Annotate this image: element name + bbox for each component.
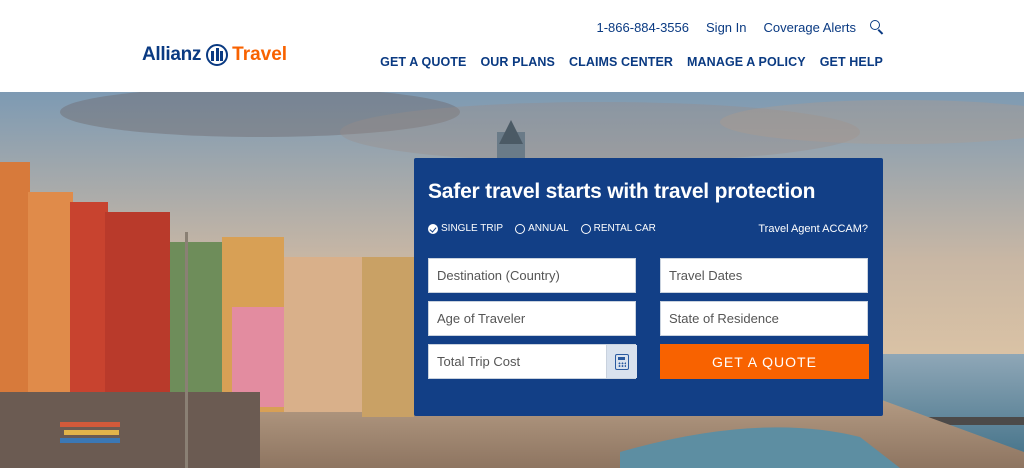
nav-get-help[interactable]: GET HELP [820, 55, 883, 69]
nav-manage-a-policy[interactable]: MANAGE A POLICY [687, 55, 806, 69]
hero-image: Safer travel starts with travel protecti… [0, 92, 1024, 468]
sign-in-link[interactable]: Sign In [706, 20, 746, 35]
phone-link[interactable]: 1-866-884-3556 [596, 20, 689, 35]
calculator-icon [615, 353, 629, 370]
destination-input[interactable] [428, 258, 636, 293]
trip-type-annual[interactable]: ANNUAL [515, 223, 569, 234]
logo-brand: Allianz [142, 44, 202, 65]
radio-icon[interactable] [515, 223, 526, 234]
allianz-travel-logo[interactable]: Allianz Travel [142, 42, 287, 68]
utility-nav: 1-866-884-3556 Sign In Coverage Alerts [579, 18, 884, 36]
coverage-alerts-link[interactable]: Coverage Alerts [764, 20, 857, 35]
travel-agent-link[interactable]: Travel Agent ACCAM? [758, 223, 868, 235]
trip-type-options: SINGLE TRIP ANNUAL RENTAL CAR [428, 223, 656, 234]
get-a-quote-button[interactable]: GET A QUOTE [660, 344, 869, 379]
nav-our-plans[interactable]: OUR PLANS [480, 55, 555, 69]
quote-form-panel: Safer travel starts with travel protecti… [414, 158, 883, 416]
radio-icon[interactable] [580, 223, 591, 234]
allianz-eagle-icon [206, 44, 229, 66]
site-header: Allianz Travel 1-866-884-3556 Sign In Co… [0, 0, 1024, 92]
trip-cost-calculator-button[interactable] [606, 345, 637, 378]
nav-get-a-quote[interactable]: GET A QUOTE [380, 55, 466, 69]
trip-type-label: RENTAL CAR [593, 223, 656, 234]
trip-type-label: SINGLE TRIP [441, 223, 504, 234]
trip-type-single[interactable]: SINGLE TRIP [428, 223, 503, 234]
trip-type-rental-car[interactable]: RENTAL CAR [580, 223, 656, 234]
nav-claims-center[interactable]: CLAIMS CENTER [569, 55, 673, 69]
quote-form-title: Safer travel starts with travel protecti… [428, 180, 816, 203]
main-nav: GET A QUOTE OUR PLANS CLAIMS CENTER MANA… [380, 55, 883, 69]
logo-product: Travel [232, 44, 288, 65]
state-of-residence-input[interactable] [660, 301, 868, 336]
trip-cost-input[interactable] [428, 344, 636, 379]
radio-checked-icon[interactable] [428, 223, 438, 234]
trip-type-label: ANNUAL [528, 223, 569, 234]
travel-dates-input[interactable] [660, 258, 868, 293]
traveler-age-input[interactable] [428, 301, 636, 336]
search-icon[interactable] [870, 20, 884, 35]
